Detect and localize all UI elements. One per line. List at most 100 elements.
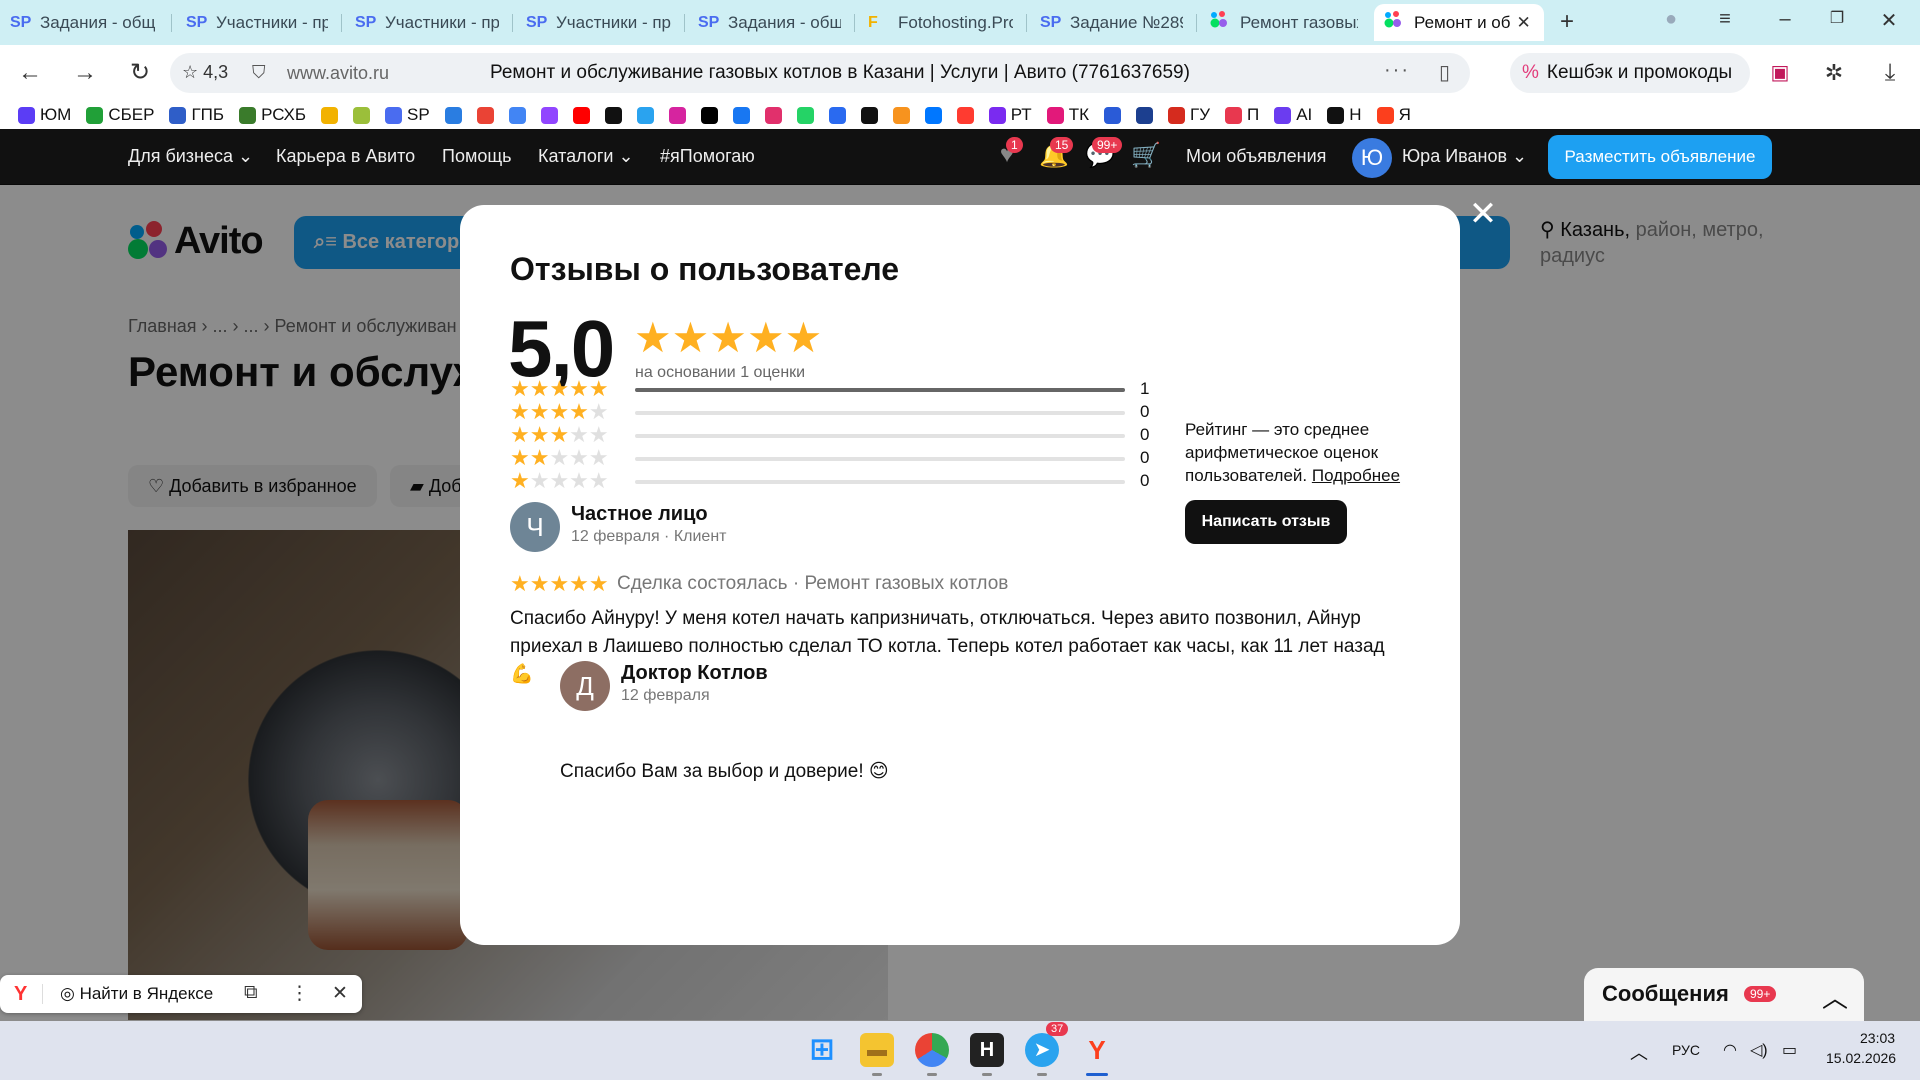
seller-avatar[interactable]: Д: [560, 661, 610, 711]
bookmark-item[interactable]: [636, 106, 654, 124]
yandex-browser-icon[interactable]: Y: [1080, 1033, 1114, 1067]
cart-icon[interactable]: 🛒: [1129, 141, 1163, 173]
cashback-button[interactable]: % Кешбэк и промокоды: [1510, 53, 1750, 93]
bookmark-item[interactable]: [668, 106, 686, 124]
forward-icon[interactable]: →: [69, 57, 101, 89]
language-indicator[interactable]: РУС: [1672, 1042, 1700, 1058]
bookmark-item[interactable]: [476, 106, 494, 124]
histogram-count: 0: [1140, 425, 1150, 444]
bookmark-item[interactable]: СБЕР: [86, 105, 154, 125]
close-icon[interactable]: ✕: [332, 982, 348, 1005]
nav-catalogs[interactable]: Каталоги ⌄: [538, 146, 634, 167]
bookmark-item[interactable]: AI: [1274, 105, 1312, 125]
write-review-button[interactable]: Написать отзыв: [1185, 500, 1347, 544]
extensions-icon[interactable]: ✲: [1818, 57, 1850, 89]
bookmark-item[interactable]: SP: [385, 105, 430, 125]
more-icon[interactable]: ···: [1384, 59, 1410, 82]
windows-start-icon[interactable]: ⊞: [805, 1033, 839, 1067]
menu-icon[interactable]: ≡: [1710, 8, 1740, 36]
messages-panel[interactable]: Сообщения 99+ ︿: [1584, 968, 1864, 1021]
bookmark-item[interactable]: [321, 106, 339, 124]
chevron-up-icon[interactable]: ︿: [1822, 978, 1848, 1015]
browser-tab[interactable]: SP Участники - пр: [516, 4, 681, 41]
image-icon[interactable]: ▣: [1764, 57, 1796, 89]
close-tab-icon[interactable]: ✕: [1517, 13, 1531, 33]
minimize-icon[interactable]: –: [1770, 8, 1800, 36]
tray-chevron-up-icon[interactable]: ︿: [1630, 1039, 1648, 1065]
reload-icon[interactable]: ↻: [124, 57, 156, 89]
bookmark-item[interactable]: [604, 106, 622, 124]
bookmark-item[interactable]: [924, 106, 942, 124]
bookmark-item[interactable]: [956, 106, 974, 124]
shield-icon[interactable]: ⛉: [252, 62, 266, 83]
bookmark-item[interactable]: [1135, 106, 1153, 124]
browser-tab[interactable]: Ремонт газовых: [1200, 4, 1368, 41]
copy-icon[interactable]: ⧉: [244, 982, 258, 1004]
telegram-icon[interactable]: ➤: [1025, 1033, 1059, 1067]
edge-browser-icon[interactable]: [915, 1033, 949, 1067]
bookmark-item[interactable]: ТК: [1046, 105, 1089, 125]
bookmark-item[interactable]: ЮМ: [18, 105, 71, 125]
browser-tab[interactable]: F Fotohosting.Pro: [858, 4, 1023, 41]
bookmark-icon[interactable]: ▯: [1439, 60, 1450, 85]
browser-tab[interactable]: SP Участники - пр: [176, 4, 338, 41]
new-tab-button[interactable]: +: [1553, 10, 1581, 36]
bookmark-item[interactable]: РТ: [988, 105, 1032, 125]
rating-info-link[interactable]: Подробнее: [1312, 466, 1400, 485]
browser-tab[interactable]: SP Участники - пр: [345, 4, 509, 41]
back-icon[interactable]: ←: [14, 57, 46, 89]
reviewer-avatar[interactable]: Ч: [510, 502, 560, 552]
bookmark-item[interactable]: [444, 106, 462, 124]
bookmark-item[interactable]: [732, 106, 750, 124]
clock-date[interactable]: 15.02.2026: [1826, 1050, 1896, 1066]
bookmark-item[interactable]: [1103, 106, 1121, 124]
battery-icon[interactable]: ▭: [1782, 1040, 1797, 1060]
browser-tab[interactable]: Ремонт и об ✕: [1374, 4, 1544, 41]
nav-career[interactable]: Карьера в Авито: [276, 146, 415, 167]
bookmark-item[interactable]: [796, 106, 814, 124]
bookmark-item[interactable]: [828, 106, 846, 124]
url-field[interactable]: ☆ 4,3 ⛉ www.avito.ru Ремонт и обслуживан…: [170, 53, 1470, 93]
browser-tab[interactable]: SP Задания - общ: [688, 4, 851, 41]
nav-my-ads[interactable]: Мои объявления: [1186, 146, 1326, 167]
bookmark-item[interactable]: [572, 106, 590, 124]
more-vert-icon[interactable]: ⋮: [290, 982, 309, 1005]
bookmark-item[interactable]: [508, 106, 526, 124]
bookmark-item[interactable]: [892, 106, 910, 124]
file-explorer-icon[interactable]: ▬: [860, 1033, 894, 1067]
profile-icon[interactable]: ●: [1656, 8, 1686, 36]
volume-icon[interactable]: ◁): [1750, 1040, 1768, 1060]
nav-business[interactable]: Для бизнеса ⌄: [128, 146, 253, 167]
bookmark-item[interactable]: Н: [1327, 105, 1362, 125]
seller-name[interactable]: Доктор Котлов: [621, 662, 768, 685]
browser-tab-bar: SP Задания - общ SP Участники - пр SP Участни…: [0, 0, 1920, 45]
bookmark-item[interactable]: ГПБ: [169, 105, 224, 125]
user-avatar[interactable]: Ю: [1352, 138, 1392, 178]
bookmark-item[interactable]: РСХБ: [239, 105, 306, 125]
close-window-icon[interactable]: ✕: [1874, 8, 1904, 36]
bookmark-item[interactable]: [353, 106, 371, 124]
clock-time[interactable]: 23:03: [1860, 1030, 1895, 1046]
bookmark-item[interactable]: [860, 106, 878, 124]
yandex-search-button[interactable]: ◎ Найти в Яндексе: [60, 984, 213, 1004]
bookmark-item[interactable]: [764, 106, 782, 124]
wifi-icon[interactable]: ◠: [1723, 1040, 1737, 1060]
download-icon[interactable]: ⤓: [1874, 57, 1906, 89]
app-h-icon[interactable]: H: [970, 1033, 1004, 1067]
browser-tab[interactable]: SP Задание №289: [1030, 4, 1193, 41]
nav-ihelp[interactable]: #яПомогаю: [660, 146, 755, 167]
reviewer-name[interactable]: Частное лицо: [571, 503, 708, 526]
nav-help[interactable]: Помощь: [442, 146, 512, 167]
browser-tab[interactable]: SP Задания - общ: [0, 4, 168, 41]
restore-icon[interactable]: ❐: [1822, 8, 1852, 36]
bookmark-item[interactable]: [700, 106, 718, 124]
close-modal-icon[interactable]: ✕: [1468, 197, 1498, 231]
post-ad-button[interactable]: Разместить объявление: [1548, 135, 1772, 179]
bookmark-item[interactable]: [540, 106, 558, 124]
yandex-logo-icon[interactable]: Y: [14, 983, 27, 1006]
bookmark-item[interactable]: П: [1225, 105, 1259, 125]
bookmark-item[interactable]: Я: [1376, 105, 1411, 125]
bookmark-item[interactable]: ГУ: [1167, 105, 1210, 125]
site-rating[interactable]: ☆ 4,3: [182, 62, 228, 83]
user-menu[interactable]: Юра Иванов ⌄: [1402, 146, 1527, 167]
